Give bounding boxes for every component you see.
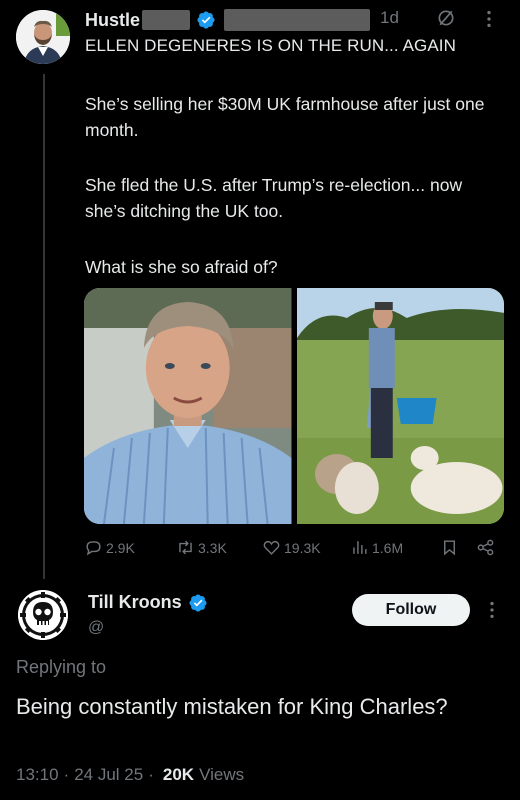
media-image-portrait[interactable] xyxy=(84,288,292,524)
media-image-field[interactable] xyxy=(296,288,504,524)
avatar[interactable] xyxy=(18,590,68,640)
post-paragraph: She fled the U.S. after Trump’s re-elect… xyxy=(85,175,463,221)
post-headline: ELLEN DEGENERES IS ON THE RUN... AGAIN xyxy=(85,36,456,55)
views-label: Views xyxy=(199,765,245,784)
like-button[interactable]: 19.3K xyxy=(262,538,321,557)
more-options-icon[interactable] xyxy=(478,8,500,30)
redacted-handle-blur xyxy=(224,9,371,31)
post-author[interactable]: Hustle xyxy=(85,8,371,32)
reply-button[interactable]: 2.9K xyxy=(84,538,135,557)
reply-date[interactable]: 24 Jul 25 xyxy=(74,765,143,785)
reply-text: Being constantly mistaken for King Charl… xyxy=(16,694,448,719)
verified-badge-icon xyxy=(197,11,215,29)
post-paragraph: What is she so afraid of? xyxy=(85,257,278,277)
views-button[interactable]: 1.6M xyxy=(350,538,403,557)
avatar[interactable] xyxy=(16,10,70,64)
reply-view-count[interactable]: 20K xyxy=(163,765,194,785)
reply-count: 2.9K xyxy=(106,539,135,556)
reply-author[interactable]: Till Kroons xyxy=(88,592,208,613)
heart-icon xyxy=(263,540,280,555)
separator-dot: · xyxy=(63,765,70,784)
author-name[interactable]: Hustle xyxy=(85,10,140,31)
reply-icon xyxy=(86,541,101,556)
bookmark-button[interactable] xyxy=(440,538,462,557)
author-name[interactable]: Till Kroons xyxy=(88,592,182,613)
reply-time[interactable]: 13:10 xyxy=(16,765,59,785)
author-handle[interactable]: @ xyxy=(88,619,104,637)
follow-button[interactable]: Follow xyxy=(352,594,470,626)
grok-icon[interactable] xyxy=(436,8,456,28)
post-action-bar: 2.9K 3.3K 19.3K 1.6M xyxy=(84,538,504,560)
replying-to-label: Replying to xyxy=(16,657,107,677)
repost-button[interactable]: 3.3K xyxy=(176,538,227,557)
reply-meta: 13:10 · 24 Jul 25 · 20K Views xyxy=(16,765,244,785)
like-count: 19.3K xyxy=(284,539,321,556)
redacted-name-blur xyxy=(142,10,191,30)
analytics-icon xyxy=(353,541,367,554)
share-button[interactable] xyxy=(476,538,498,557)
post-paragraph: She’s selling her $30M UK farmhouse afte… xyxy=(85,94,485,140)
verified-badge-icon xyxy=(189,593,207,612)
view-count: 1.6M xyxy=(372,539,404,556)
separator-dot: · xyxy=(148,765,154,784)
bookmark-icon xyxy=(444,540,455,556)
more-options-icon[interactable] xyxy=(481,598,503,622)
share-icon xyxy=(477,539,494,556)
repost-count: 3.3K xyxy=(198,539,227,556)
repost-icon xyxy=(179,540,192,555)
post-timestamp[interactable]: 1d xyxy=(380,8,399,28)
thread-connector-line xyxy=(43,74,45,579)
post-media[interactable] xyxy=(84,288,504,524)
